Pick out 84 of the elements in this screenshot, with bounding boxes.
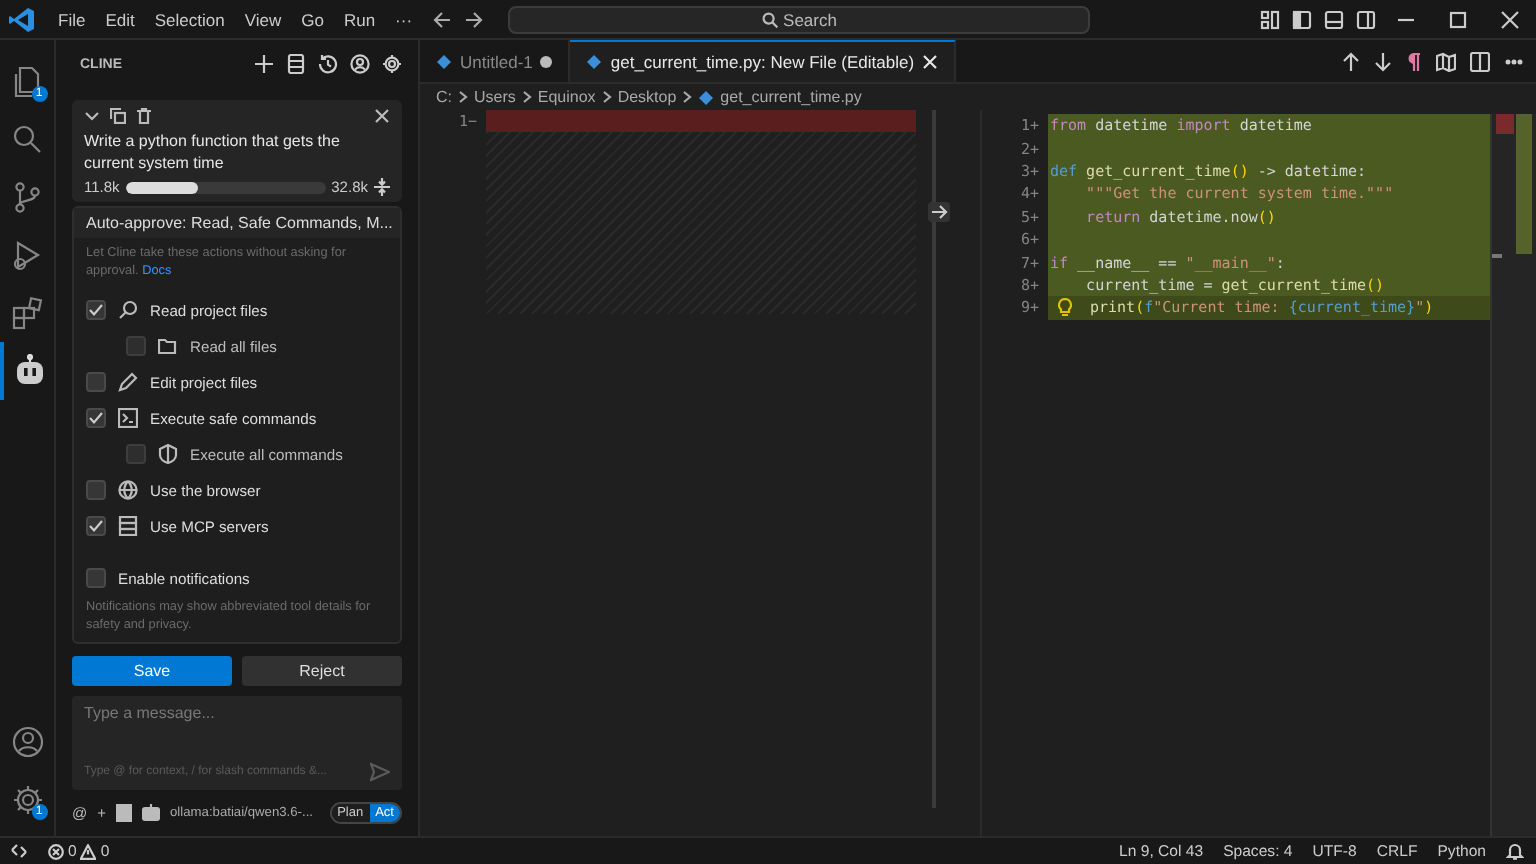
settings-icon[interactable] <box>382 54 402 74</box>
menu-item[interactable]: File <box>48 5 96 33</box>
database-icon[interactable] <box>286 54 306 74</box>
copy-icon[interactable] <box>110 108 126 124</box>
python-file-icon <box>436 53 452 69</box>
menu-item[interactable]: Run <box>333 5 386 33</box>
pencil-icon <box>118 372 138 392</box>
back-arrow-icon[interactable] <box>432 9 452 29</box>
close-icon[interactable] <box>1500 9 1520 29</box>
layout-icon[interactable] <box>1260 9 1280 29</box>
remote-icon[interactable] <box>10 842 28 860</box>
breadcrumb-item[interactable]: get_current_time.py <box>720 88 862 106</box>
bell-icon[interactable] <box>1506 842 1524 860</box>
search-icon <box>761 11 778 27</box>
message-placeholder: Type a message... <box>84 704 217 722</box>
robot-icon[interactable] <box>11 353 47 389</box>
checkbox[interactable] <box>86 372 106 392</box>
account-icon[interactable] <box>350 54 370 74</box>
extensions-icon[interactable] <box>9 295 45 331</box>
files-icon[interactable] <box>9 63 45 99</box>
checkbox[interactable] <box>86 516 106 536</box>
python-file-icon <box>698 89 715 105</box>
checkbox[interactable] <box>86 568 106 588</box>
database-icon[interactable] <box>116 804 133 822</box>
checkbox[interactable] <box>86 480 106 500</box>
pilcrow-icon[interactable] <box>1406 51 1422 71</box>
lightbulb-icon[interactable] <box>1058 298 1072 317</box>
breadcrumb-item[interactable]: Equinox <box>537 88 596 106</box>
error-icon[interactable] <box>48 843 64 859</box>
arrow-up-icon[interactable] <box>1342 51 1360 71</box>
revert-arrow-icon[interactable] <box>928 202 950 222</box>
source-control-icon[interactable] <box>9 179 45 215</box>
chevron-right-icon <box>521 90 532 104</box>
secondary-sidebar-icon[interactable] <box>1356 9 1376 29</box>
map-icon[interactable] <box>1436 51 1456 71</box>
panel-toggle-icon[interactable] <box>1324 9 1344 29</box>
menu-item[interactable]: Go <box>291 5 334 33</box>
menu-item[interactable]: Edit <box>95 5 145 33</box>
sidebar-toggle-icon[interactable] <box>1292 9 1312 29</box>
settings-icon[interactable] <box>9 781 45 817</box>
check-icon <box>88 302 104 318</box>
menu-item[interactable]: Selection <box>144 5 235 33</box>
auto-approve-dropdown[interactable]: Auto-approve: Read, Safe Commands, M... <box>74 208 400 238</box>
menu-item[interactable]: ··· <box>385 5 423 33</box>
account-icon[interactable] <box>9 723 45 759</box>
task-text: Write a python function that gets the current system time <box>84 130 342 174</box>
check-icon <box>88 518 104 534</box>
menu-item[interactable]: View <box>234 5 292 33</box>
save-button[interactable]: Save <box>72 656 232 686</box>
robot-icon <box>142 804 161 822</box>
search-field[interactable]: Search <box>508 5 1090 33</box>
plus-icon[interactable] <box>254 54 274 74</box>
breadcrumb-item[interactable]: Desktop <box>617 88 677 106</box>
search-icon[interactable] <box>9 121 45 157</box>
server-icon <box>118 516 138 536</box>
search-icon <box>118 300 138 320</box>
breadcrumb-item[interactable]: C: <box>436 88 452 106</box>
compress-icon[interactable] <box>374 178 390 196</box>
reject-button[interactable]: Reject <box>242 656 402 686</box>
python-file-icon <box>586 54 603 70</box>
close-icon[interactable] <box>374 108 390 124</box>
warning-icon[interactable] <box>80 843 97 859</box>
trash-icon[interactable] <box>136 108 152 124</box>
chevron-right-icon <box>458 90 468 104</box>
arrow-down-icon[interactable] <box>1374 51 1392 71</box>
run-debug-icon[interactable] <box>9 237 45 273</box>
breadcrumb-item[interactable]: Users <box>474 88 516 106</box>
shield-icon <box>158 444 178 464</box>
chevron-right-icon <box>682 90 693 104</box>
terminal-icon <box>118 408 138 428</box>
split-editor-icon[interactable] <box>1470 51 1490 71</box>
unsaved-dot-icon <box>540 55 553 67</box>
check-icon <box>88 410 104 426</box>
editor-tab[interactable]: get_current_time.py: New File (Editable) <box>570 40 957 82</box>
app-logo-icon <box>8 5 36 33</box>
folder-icon <box>158 336 178 356</box>
globe-icon <box>118 480 138 500</box>
maximize-icon[interactable] <box>1448 9 1468 29</box>
checkbox[interactable] <box>86 408 106 428</box>
checkbox[interactable] <box>86 300 106 320</box>
forward-arrow-icon[interactable] <box>464 9 484 29</box>
chevron-down-icon[interactable] <box>84 108 100 124</box>
history-icon[interactable] <box>318 54 338 74</box>
chevron-right-icon <box>601 90 612 104</box>
